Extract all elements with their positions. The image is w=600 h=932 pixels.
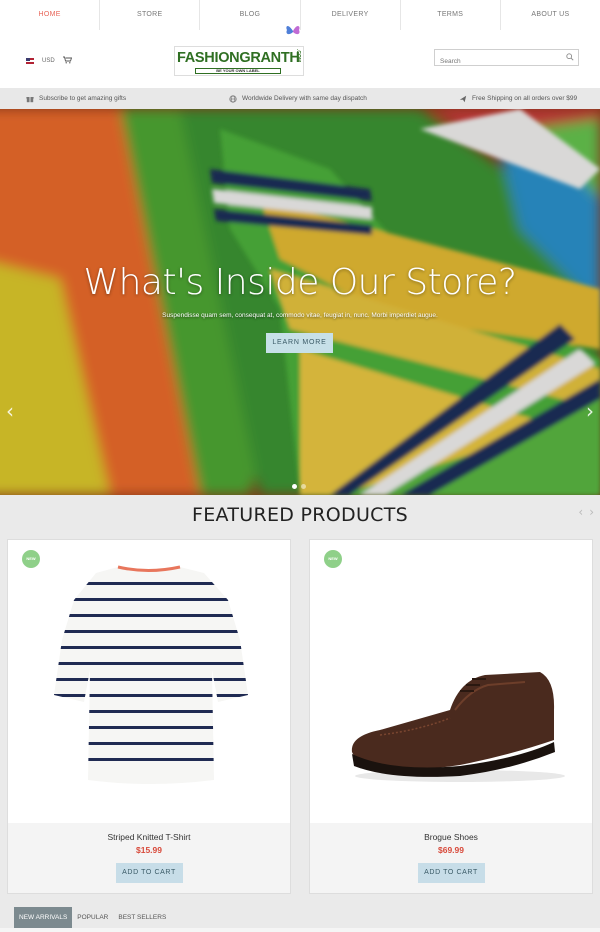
featured-nav: ‹ ›	[578, 505, 594, 519]
add-to-cart-button[interactable]: ADD TO CART	[115, 863, 183, 883]
hero-next-arrow[interactable]: ›	[586, 399, 594, 423]
tab-best-sellers[interactable]: BEST SELLERS	[113, 907, 171, 928]
new-badge: NEW	[22, 550, 40, 568]
slider-dot-active[interactable]	[292, 484, 297, 489]
shipping-info: Free Shipping on all orders over $99	[459, 95, 577, 103]
slider-dot[interactable]	[301, 484, 306, 489]
nav-delivery[interactable]: DELIVERY	[301, 0, 401, 30]
nav-home[interactable]: HOME	[0, 0, 101, 30]
product-price: $69.99	[438, 845, 464, 855]
product-price: $15.99	[136, 845, 162, 855]
divider	[0, 928, 600, 932]
product-tabs: NEW ARRIVALS POPULAR BEST SELLERS	[14, 907, 171, 928]
cart-icon[interactable]	[62, 56, 72, 66]
globe-icon	[229, 94, 237, 103]
tab-new-arrivals[interactable]: NEW ARRIVALS	[14, 907, 73, 928]
product-image-tshirt[interactable]	[8, 540, 290, 823]
plane-icon	[459, 95, 467, 102]
info-bar: Subscribe to get amazing gifts Worldwide…	[0, 88, 600, 109]
nav-terms[interactable]: TERMS	[401, 0, 501, 30]
currency-label: USD	[42, 58, 55, 64]
gift-icon	[26, 96, 34, 103]
butterfly-icon	[286, 25, 300, 35]
product-card[interactable]: NEW Striped Knitted T-Shirt $15.99 ADD T…	[7, 539, 291, 894]
new-badge: NEW	[324, 550, 342, 568]
search-box	[434, 49, 579, 69]
subscribe-info[interactable]: Subscribe to get amazing gifts	[26, 95, 126, 103]
product-name[interactable]: Brogue Shoes	[310, 832, 592, 842]
add-to-cart-button[interactable]: ADD TO CART	[417, 863, 485, 883]
nav-store[interactable]: STORE	[100, 0, 201, 30]
product-name[interactable]: Striped Knitted T-Shirt	[8, 832, 290, 842]
subscribe-text: Subscribe to get amazing gifts	[39, 95, 127, 102]
us-flag-icon	[26, 58, 34, 64]
featured-title: FEATURED PRODUCTS	[191, 504, 409, 526]
learn-more-button[interactable]: LEARN MORE	[266, 333, 333, 353]
hero-title: What's Inside Our Store?	[83, 262, 517, 303]
hero-prev-arrow[interactable]: ‹	[6, 399, 14, 423]
delivery-info: Worldwide Delivery with same day dispatc…	[229, 94, 367, 103]
currency-selector[interactable]: USD	[26, 56, 72, 66]
nav-about-us[interactable]: ABOUT US	[501, 0, 600, 30]
logo-name: FASHIONGRANTH	[177, 50, 300, 66]
logo-suffix: .COM	[295, 49, 301, 63]
product-image-shoes[interactable]	[310, 540, 592, 823]
logo-tagline: BE YOUR OWN LABEL	[195, 68, 281, 74]
featured-products-section: FEATURED PRODUCTS ‹ › NEW Striped Knitte…	[0, 495, 600, 932]
site-logo[interactable]: FASHIONGRANTH .COM BE YOUR OWN LABEL	[174, 46, 304, 76]
product-info: Brogue Shoes $69.99 ADD TO CART	[310, 823, 592, 893]
featured-prev-arrow-icon[interactable]: ‹	[578, 505, 583, 519]
slider-dots	[292, 484, 306, 489]
hero-subtitle: Suspendisse quam sem, consequat at, comm…	[162, 312, 438, 319]
featured-next-arrow-icon[interactable]: ›	[589, 505, 594, 519]
search-input[interactable]	[435, 54, 560, 69]
search-icon[interactable]	[566, 53, 574, 61]
product-card[interactable]: NEW Brogue Shoes $69.99 ADD TO CART	[309, 539, 593, 894]
tab-popular[interactable]: POPULAR	[72, 907, 113, 928]
site-header: USD FASHIONGRANTH .COM BE YOUR OWN LABEL	[0, 25, 600, 88]
product-info: Striped Knitted T-Shirt $15.99 ADD TO CA…	[8, 823, 290, 893]
shipping-text: Free Shipping on all orders over $99	[472, 95, 578, 102]
delivery-text: Worldwide Delivery with same day dispatc…	[242, 95, 367, 102]
